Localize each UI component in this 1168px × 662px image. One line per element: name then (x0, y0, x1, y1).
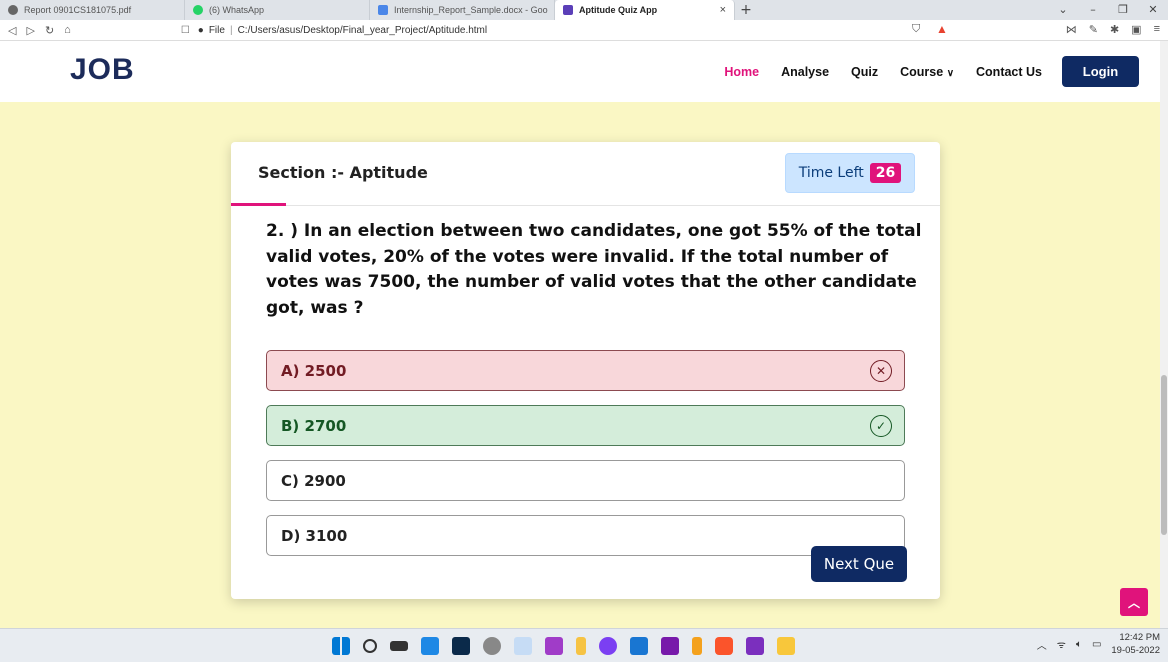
url-field[interactable]: ☐ ● File | C:/Users/asus/Desktop/Final_y… (181, 25, 487, 36)
puzzle-icon[interactable]: ✱ (1110, 23, 1119, 36)
scroll-to-top-button[interactable]: ︿ (1120, 588, 1148, 616)
option-d[interactable]: D) 3100 (266, 515, 905, 556)
correct-answer-icon: ✓ (870, 415, 892, 437)
question-text: 2. ) In an election between two candidat… (266, 221, 922, 318)
chevron-down-icon: ∨ (946, 67, 955, 79)
timer-value: 26 (869, 163, 902, 183)
site-logo[interactable]: JOB (70, 53, 135, 87)
photoshop-icon[interactable] (452, 637, 470, 655)
new-tab-button[interactable]: + (735, 0, 757, 20)
timer-label: Time Left (798, 165, 864, 181)
timer-badge: Time Left 26 (785, 153, 915, 193)
battery-icon[interactable]: ▭ (1092, 639, 1101, 650)
close-window-icon[interactable]: ✕ (1138, 0, 1168, 20)
tab-search-icon[interactable]: ⌄ (1048, 0, 1078, 20)
paint-icon[interactable] (692, 637, 702, 655)
option-label: A) 2500 (281, 361, 347, 380)
window-controls: ⌄ – ❐ ✕ (1048, 0, 1168, 20)
app-icon[interactable] (545, 637, 563, 655)
web-page: JOB Home Analyse Quiz Course ∨ Contact U… (0, 41, 1160, 628)
bootstrap-favicon-icon (563, 5, 573, 15)
chevron-up-tray-icon[interactable]: ︿ (1037, 637, 1047, 652)
wallet-icon[interactable]: ▣ (1131, 23, 1141, 36)
clock-date: 19-05-2022 (1111, 645, 1160, 656)
windows-start-icon[interactable] (332, 637, 350, 655)
pen-icon[interactable]: ✎ (1089, 23, 1098, 36)
option-c[interactable]: C) 2900 (266, 460, 905, 501)
option-label: C) 2900 (281, 471, 346, 490)
info-icon[interactable]: ● (198, 25, 204, 36)
onenote-icon[interactable] (661, 637, 679, 655)
tab-label: (6) WhatsApp (209, 5, 265, 15)
back-icon[interactable]: ◁ (8, 24, 16, 37)
network-icon[interactable]: ᯤ (1057, 637, 1066, 651)
reload-icon[interactable]: ↻ (45, 24, 54, 37)
section-underline (231, 203, 286, 206)
bookmark-icon[interactable]: ☐ (181, 25, 190, 36)
nav-home[interactable]: Home (724, 65, 759, 79)
main-nav: Home Analyse Quiz Course ∨ Contact Us (724, 41, 1042, 102)
system-tray: ︿ ᯤ 🔈︎ ▭ 12:42 PM 19-05-2022 (1037, 631, 1160, 657)
tab-label: Report 0901CS181075.pdf (24, 5, 132, 15)
option-label: D) 3100 (281, 526, 348, 545)
whatsapp-favicon-icon (193, 5, 203, 15)
sticky-icon[interactable] (576, 637, 586, 655)
nav-quiz[interactable]: Quiz (851, 65, 878, 79)
photos-icon[interactable] (514, 637, 532, 655)
scrollbar-thumb[interactable] (1161, 375, 1167, 535)
brave-shield-icon[interactable]: ⛉ (912, 23, 920, 36)
browser-tab-docs[interactable]: Internship_Report_Sample.docx - Goo (370, 0, 555, 20)
quiz-card-header: Section :- Aptitude Time Left 26 (231, 142, 940, 206)
option-a[interactable]: A) 2500 ✕ (266, 350, 905, 391)
brave-browser-icon[interactable] (715, 637, 733, 655)
tab-label: Aptitude Quiz App (579, 5, 658, 15)
option-label: B) 2700 (281, 416, 347, 435)
clock[interactable]: 12:42 PM 19-05-2022 (1111, 631, 1160, 657)
quiz-card: Section :- Aptitude Time Left 26 2. ) In… (231, 142, 940, 599)
browser-tab-bar: Report 0901CS181075.pdf (6) WhatsApp Int… (0, 0, 1168, 20)
browser-tab-pdf[interactable]: Report 0901CS181075.pdf (0, 0, 185, 20)
mail-icon[interactable] (630, 637, 648, 655)
task-view-icon[interactable] (390, 641, 408, 651)
maximize-icon[interactable]: ❐ (1108, 0, 1138, 20)
messenger-icon[interactable] (599, 637, 617, 655)
clock-time: 12:42 PM (1119, 632, 1160, 643)
file-explorer-icon[interactable] (777, 637, 795, 655)
site-header: JOB Home Analyse Quiz Course ∨ Contact U… (0, 41, 1160, 102)
settings-icon[interactable] (483, 637, 501, 655)
close-tab-icon[interactable]: × (710, 4, 726, 16)
nav-contact[interactable]: Contact Us (976, 65, 1042, 79)
extension-icon[interactable]: ⋈ (1066, 23, 1077, 36)
pdf-favicon-icon (8, 5, 18, 15)
menu-icon[interactable]: ≡ (1154, 23, 1160, 36)
option-b[interactable]: B) 2700 ✓ (266, 405, 905, 446)
minimize-icon[interactable]: – (1078, 0, 1108, 20)
docs-favicon-icon (378, 5, 388, 15)
address-bar: ◁ ▷ ↻ ⌂ ☐ ● File | C:/Users/asus/Desktop… (0, 20, 1168, 41)
chevron-up-icon: ︿ (1127, 595, 1140, 610)
forward-icon[interactable]: ▷ (26, 24, 34, 37)
nav-course[interactable]: Course ∨ (900, 65, 954, 79)
home-icon[interactable]: ⌂ (64, 24, 71, 37)
brave-rewards-icon[interactable]: ▲ (936, 22, 948, 36)
url-text: C:/Users/asus/Desktop/Final_year_Project… (237, 24, 488, 36)
next-question-button[interactable]: Next Que (811, 546, 907, 582)
nav-analyse[interactable]: Analyse (781, 65, 829, 79)
widgets-icon[interactable] (421, 637, 439, 655)
login-button[interactable]: Login (1062, 56, 1139, 87)
page-scrollbar[interactable] (1160, 41, 1168, 628)
url-prefix: File (208, 24, 225, 36)
browser-tab-quiz[interactable]: Aptitude Quiz App × (555, 0, 735, 20)
wrong-answer-icon: ✕ (870, 360, 892, 382)
volume-icon[interactable]: 🔈︎ (1076, 639, 1082, 650)
nav-course-label: Course (900, 64, 944, 79)
wps-icon[interactable] (746, 637, 764, 655)
browser-tab-whatsapp[interactable]: (6) WhatsApp (185, 0, 370, 20)
tab-label: Internship_Report_Sample.docx - Goo (394, 5, 548, 15)
search-icon[interactable] (363, 639, 377, 653)
section-title: Section :- Aptitude (258, 163, 428, 182)
windows-taskbar: ︿ ᯤ 🔈︎ ▭ 12:42 PM 19-05-2022 (0, 628, 1168, 662)
